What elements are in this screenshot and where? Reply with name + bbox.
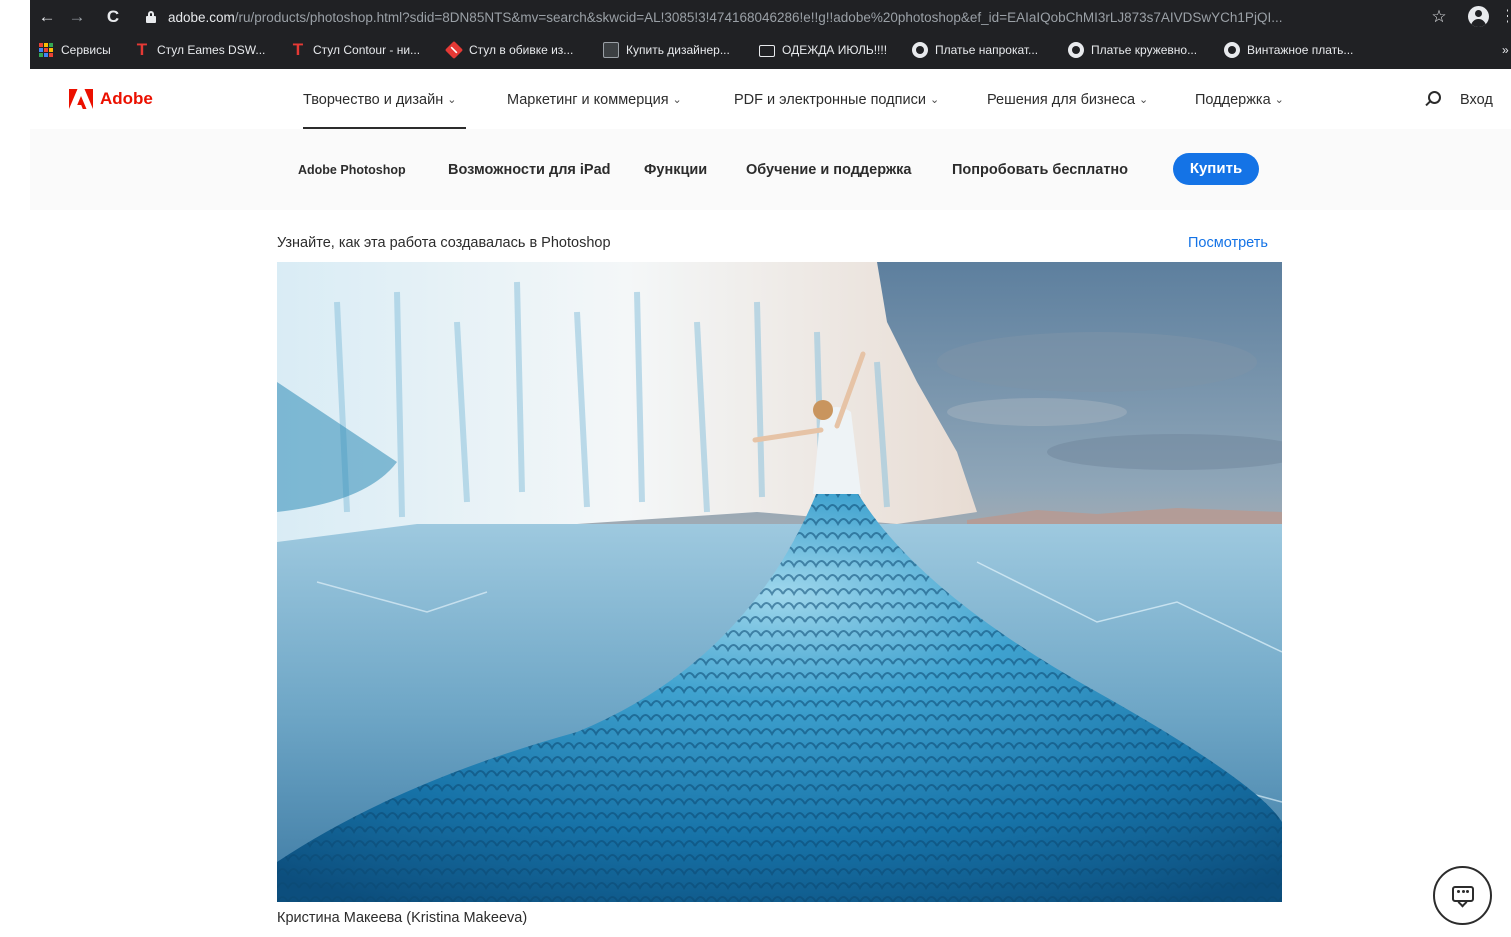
chevron-down-icon: ⌄: [1274, 94, 1284, 106]
bookmark-item[interactable]: Платье напрокат...: [912, 40, 1038, 60]
nav-creativity-design[interactable]: Творчество и дизайн ⌄: [303, 90, 456, 110]
nav-label: Решения для бизнеса: [987, 92, 1136, 108]
subnav-product-name[interactable]: Adobe Photoshop: [298, 160, 406, 180]
nav-marketing-commerce[interactable]: Маркетинг и коммерция ⌄: [507, 90, 682, 110]
bookmarks-overflow-icon[interactable]: »: [1502, 40, 1509, 60]
bookmark-label: Платье напрокат...: [935, 43, 1039, 57]
chat-button[interactable]: [1433, 866, 1492, 925]
bookmark-item[interactable]: Платье кружевно...: [1068, 40, 1197, 60]
subnav-learn-support[interactable]: Обучение и поддержка: [746, 160, 911, 180]
bookmark-star-icon[interactable]: ☆: [1428, 6, 1450, 28]
url-field[interactable]: adobe.com/ru/products/photoshop.html?sdi…: [168, 9, 1418, 27]
browser-menu-icon[interactable]: ⋮: [1500, 6, 1508, 28]
site-favicon-icon: [603, 42, 619, 58]
nav-business[interactable]: Решения для бизнеса ⌄: [987, 90, 1148, 110]
product-subnav: Adobe Photoshop Возможности для iPad Фун…: [30, 129, 1511, 210]
buy-button[interactable]: Купить: [1173, 153, 1259, 185]
chevron-down-icon: ⌄: [929, 94, 940, 106]
chat-dots: [1457, 890, 1469, 894]
address-bar-row: ← → C adobe.com/ru/products/photoshop.ht…: [30, 0, 1511, 36]
bookmark-services[interactable]: Сервисы: [38, 40, 111, 60]
globe-icon: [1224, 42, 1240, 58]
chevron-down-icon: ⌄: [672, 94, 682, 106]
url-host: adobe.com: [168, 10, 235, 25]
watch-link[interactable]: Посмотреть: [1188, 233, 1268, 253]
reload-icon[interactable]: C: [102, 6, 124, 28]
learn-how-text: Узнайте, как эта работа создавалась в Ph…: [277, 235, 611, 251]
hero-photo-illustration: [277, 262, 1282, 902]
bookmark-item[interactable]: Стул в обивке из...: [444, 40, 574, 60]
bookmark-item[interactable]: T Стул Contour - ни...: [290, 40, 420, 60]
bookmark-label: Винтажное плать...: [1247, 43, 1354, 57]
t-logo-icon: T: [136, 40, 148, 59]
bookmark-label: Стул Contour - ни...: [313, 43, 421, 57]
bookmarks-bar: Сервисы T Стул Eames DSW... T Стул Conto…: [30, 36, 1511, 64]
adobe-logo-icon: [69, 89, 93, 109]
back-arrow-icon[interactable]: ←: [36, 6, 58, 28]
bookmark-label: Стул Eames DSW...: [157, 43, 266, 57]
subnav-features[interactable]: Функции: [644, 160, 707, 180]
bookmark-label: Сервисы: [61, 43, 111, 57]
bookmark-label: Купить дизайнер...: [626, 43, 730, 57]
bookmark-label: ОДЕЖДА ИЮЛЬ!!!!: [782, 43, 888, 57]
forward-arrow-icon[interactable]: →: [66, 6, 88, 28]
search-icon[interactable]: [1424, 90, 1442, 108]
global-nav: Adobe Творчество и дизайн ⌄ Маркетинг и к…: [30, 69, 1511, 129]
nav-label: PDF и электронные подписи: [734, 92, 926, 108]
chevron-down-icon: ⌄: [447, 94, 457, 106]
profile-avatar-icon[interactable]: [1468, 6, 1489, 27]
bookmark-label: Стул в обивке из...: [469, 43, 574, 57]
chevron-down-icon: ⌄: [1139, 94, 1149, 106]
nav-support[interactable]: Поддержка ⌄: [1195, 90, 1284, 110]
diamond-logo-icon: [444, 40, 464, 60]
chat-bubble-icon: [1452, 886, 1474, 902]
bookmark-item[interactable]: Винтажное плать...: [1224, 40, 1353, 60]
lock-icon[interactable]: [146, 11, 156, 23]
sign-in-link[interactable]: Вход: [1460, 90, 1493, 110]
folder-icon: [759, 45, 775, 57]
url-path: /ru/products/photoshop.html?sdid=8DN85NT…: [234, 10, 1283, 25]
photo-caption: Кристина Макеева (Kristina Makeeva): [277, 910, 528, 926]
bookmark-folder[interactable]: ОДЕЖДА ИЮЛЬ!!!!: [759, 40, 887, 60]
adobe-wordmark: Adobe: [100, 89, 153, 108]
subnav-free-trial[interactable]: Попробовать бесплатно: [952, 160, 1128, 180]
bookmark-label: Платье кружевно...: [1091, 43, 1198, 57]
globe-icon: [1068, 42, 1084, 58]
globe-icon: [912, 42, 928, 58]
nav-pdf-esign[interactable]: PDF и электронные подписи ⌄: [734, 90, 939, 110]
nav-label: Маркетинг и коммерция: [507, 92, 669, 108]
hero-photo: [277, 262, 1282, 902]
nav-label: Поддержка: [1195, 92, 1271, 108]
nav-label: Творчество и дизайн: [303, 92, 444, 108]
t-logo-icon: T: [292, 40, 304, 59]
browser-chrome: ← → C adobe.com/ru/products/photoshop.ht…: [30, 0, 1511, 69]
adobe-logo[interactable]: Adobe: [69, 89, 153, 109]
subnav-ipad-features[interactable]: Возможности для iPad: [448, 160, 611, 180]
apps-grid-icon: [38, 42, 54, 58]
bookmark-item[interactable]: T Стул Eames DSW...: [134, 40, 266, 60]
bookmark-item[interactable]: Купить дизайнер...: [603, 40, 730, 60]
